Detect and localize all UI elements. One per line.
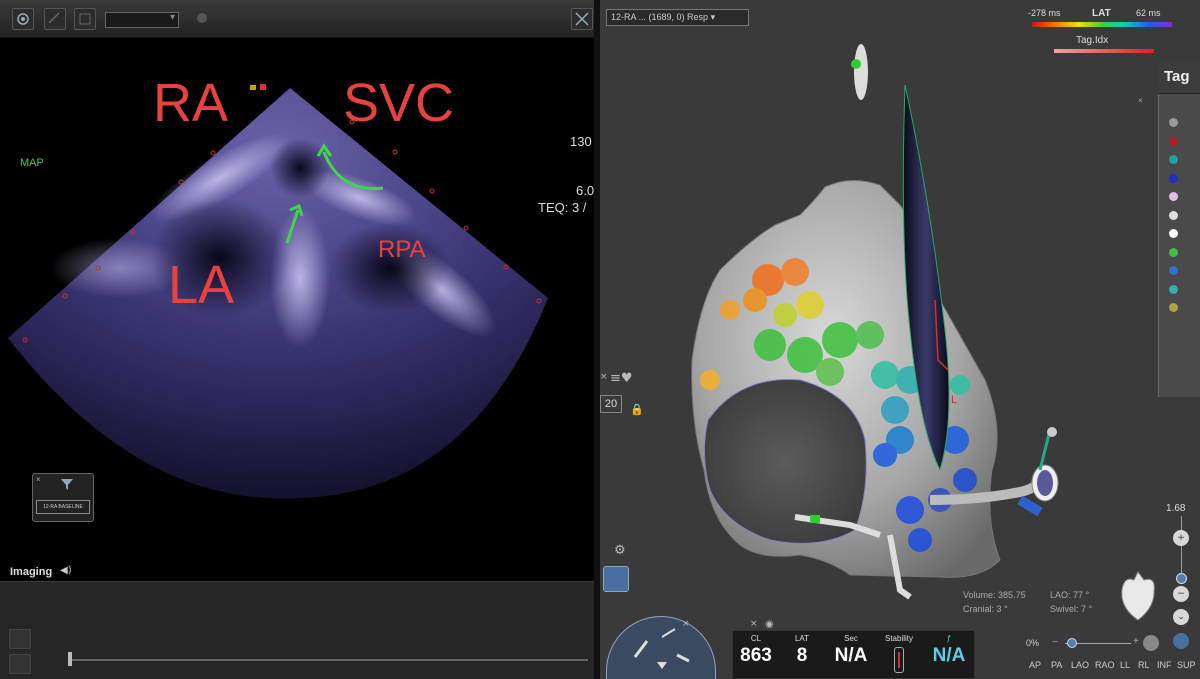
tag-color-swatch[interactable] — [1169, 155, 1178, 164]
speaker-icon[interactable]: ◀) — [60, 565, 72, 576]
grid-icon[interactable] — [74, 8, 96, 30]
view-button-sup[interactable]: SUP — [1177, 660, 1196, 670]
transparency-slider-handle[interactable] — [1067, 638, 1077, 648]
orientation-heart-icon[interactable] — [1114, 568, 1162, 624]
cranial-label: Cranial: 3 ° — [963, 604, 1008, 614]
plus-icon[interactable]: + — [1133, 636, 1139, 647]
tag-color-swatch[interactable] — [1169, 136, 1178, 146]
tag-color-swatch[interactable] — [1169, 173, 1178, 183]
cardiac-3d-map[interactable] — [600, 0, 1200, 679]
view-button-ll[interactable]: LL — [1120, 660, 1130, 670]
minus-icon[interactable]: − — [1052, 637, 1058, 648]
tag-color-swatch[interactable] — [1169, 118, 1178, 127]
catheter-label: L — [951, 394, 958, 406]
echo-preset-dropdown[interactable] — [105, 12, 179, 28]
rpa-label: RPA — [378, 236, 426, 263]
sec-stat: Sec N/A — [834, 634, 868, 666]
ra-label: RA — [153, 73, 229, 133]
lock-icon[interactable]: 🔒 — [630, 403, 644, 416]
app-window: RA SVC LA RPA MAP 130 6.0 TEQ: 3 / × 12-… — [0, 0, 1200, 679]
tag-color-swatch[interactable] — [1169, 247, 1178, 257]
thumbnail-label: 12-RA BASELINE — [36, 500, 90, 514]
tag-color-swatch[interactable] — [1169, 266, 1178, 275]
tag-palette — [1158, 62, 1200, 397]
chevron-down-icon[interactable]: ⌄ — [1173, 609, 1189, 625]
camera-icon[interactable] — [12, 8, 34, 30]
close-icon[interactable]: × — [1138, 96, 1143, 105]
globe-icon[interactable] — [1143, 635, 1159, 651]
imaging-label: Imaging — [10, 566, 53, 578]
tag-color-swatch[interactable] — [1169, 303, 1178, 312]
lat-stat: LAT 8 — [794, 634, 810, 666]
tag-color-swatch[interactable] — [1169, 192, 1178, 201]
echo-toolbar — [0, 0, 594, 38]
map-label: MAP — [20, 157, 44, 169]
view-button-lao[interactable]: LAO — [1071, 660, 1089, 670]
close-icon[interactable]: × — [682, 619, 690, 629]
teq-value: TEQ: 3 / — [538, 200, 587, 215]
zoom-out-icon[interactable]: − — [1173, 586, 1189, 602]
tag-panel-title: Tag — [1158, 62, 1200, 94]
timeline-handle[interactable] — [68, 652, 72, 666]
swivel-label: Swivel: 7 ° — [1050, 604, 1093, 614]
stability-gauge — [894, 647, 904, 673]
cl-stat: CL 863 — [740, 634, 772, 666]
zoom-slider-handle[interactable] — [1176, 573, 1187, 584]
cine-timeline[interactable] — [68, 659, 588, 661]
close-icon[interactable]: × — [750, 619, 758, 629]
view-button-ap[interactable]: AP — [1029, 660, 1041, 670]
layout-icon[interactable] — [9, 654, 31, 674]
depth-value: 130 — [570, 134, 592, 149]
baseline-thumbnail[interactable]: × 12-RA BASELINE — [32, 473, 94, 522]
record-icon[interactable] — [192, 8, 214, 30]
record-icon[interactable]: ◉ — [765, 619, 774, 630]
view-thumbnail-icon[interactable] — [603, 566, 629, 592]
close-icon[interactable]: × — [36, 475, 41, 484]
ice-image-viewport[interactable]: RA SVC LA RPA MAP 130 6.0 TEQ: 3 / × 12-… — [0, 38, 594, 581]
view-button-pa[interactable]: PA — [1051, 660, 1062, 670]
settings-icon[interactable]: ⚙ — [614, 543, 626, 558]
echo-panel: RA SVC LA RPA MAP 130 6.0 TEQ: 3 / × 12-… — [0, 0, 594, 679]
measure-icon[interactable] — [44, 8, 66, 30]
zoom-level: 1.68 — [1166, 503, 1186, 514]
cine-icon[interactable] — [9, 629, 31, 649]
zoom-percent: 0% — [1026, 638, 1040, 648]
tag-color-swatch[interactable] — [1169, 284, 1178, 294]
echo-bottom-bar — [0, 581, 594, 679]
close-icon[interactable]: × — [600, 372, 608, 382]
map-panel: 12-RA ... (1689, 0) Resp ▾ -278 ms LAT 6… — [600, 0, 1200, 679]
reset-view-icon[interactable] — [1173, 633, 1189, 649]
lao-label: LAO: 77 ° — [1050, 590, 1090, 600]
stability-stat: Stability — [879, 634, 919, 673]
scale-value: 6.0 — [576, 183, 594, 198]
zoom-in-icon[interactable]: + — [1173, 530, 1189, 546]
view-button-inf[interactable]: INF — [1157, 660, 1172, 670]
points-filter-icon[interactable]: ≡♥ — [610, 371, 633, 386]
svc-label: SVC — [343, 73, 455, 133]
volume-label: Volume: 385.75 — [963, 590, 1026, 600]
expand-icon[interactable] — [571, 8, 593, 30]
tag-color-swatch[interactable] — [1169, 229, 1178, 238]
view-button-rl[interactable]: RL — [1138, 660, 1150, 670]
zoom-slider[interactable] — [1181, 516, 1182, 578]
signal-stats-panel: CL 863 LAT 8 Sec N/A Stability ƒ N/A — [732, 630, 975, 679]
catheter-navigator[interactable] — [606, 616, 716, 679]
la-label: LA — [168, 255, 235, 315]
filter-icon — [61, 479, 73, 490]
extra-stat: ƒ N/A — [932, 634, 966, 666]
view-button-rao[interactable]: RAO — [1095, 660, 1115, 670]
tag-color-swatch[interactable] — [1169, 210, 1178, 220]
points-count[interactable]: 20 — [600, 395, 622, 413]
